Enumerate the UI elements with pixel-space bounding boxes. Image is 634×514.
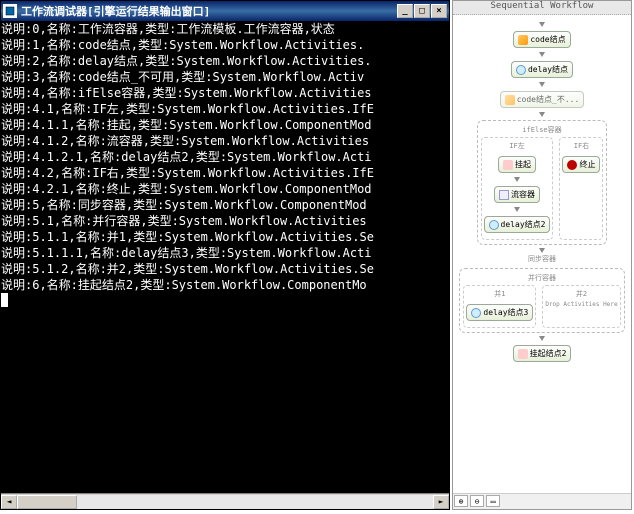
- console-line: 说明:4.1.2.1,名称:delay结点2,类型:System.Workflo…: [1, 149, 449, 165]
- console-line: 说明:5,名称:同步容器,类型:System.Workflow.Componen…: [1, 197, 449, 213]
- console-line: 说明:5.1.1.1,名称:delay结点3,类型:System.Workflo…: [1, 245, 449, 261]
- console-window: 工作流调试器[引擎运行结果输出窗口] _ □ × 说明:0,名称:工作流容器,类…: [0, 0, 450, 510]
- parallel-label: 并行容器: [528, 273, 556, 283]
- arrow-down-icon: [539, 22, 545, 27]
- sequence-activity[interactable]: 流容器: [494, 186, 540, 203]
- console-line: 说明:5.1.1,名称:并1,类型:System.Workflow.Activi…: [1, 229, 449, 245]
- console-line: 说明:5.1,名称:并行容器,类型:System.Workflow.Activi…: [1, 213, 449, 229]
- workflow-designer: Sequential Workflow code结点 delay结点 code结…: [452, 0, 632, 510]
- if-right-branch[interactable]: IF右 终止: [559, 137, 603, 240]
- arrow-down-icon: [539, 52, 545, 57]
- parallel-branch-2[interactable]: 并2 Drop Activities Here: [542, 285, 620, 328]
- console-line: 说明:3,名称:code结点_不可用,类型:System.Workflow.Ac…: [1, 69, 449, 85]
- maximize-button[interactable]: □: [414, 4, 430, 18]
- console-line: 说明:6,名称:挂起结点2,类型:System.Workflow.Compone…: [1, 277, 449, 293]
- suspend-icon: [518, 349, 528, 359]
- zoom-tool-button[interactable]: ⊕: [454, 495, 468, 507]
- arrow-down-icon: [539, 112, 545, 117]
- sync-label: 同步容器: [528, 254, 556, 264]
- designer-title: Sequential Workflow: [453, 1, 631, 15]
- terminate-activity[interactable]: 终止: [562, 156, 600, 173]
- arrow-down-icon: [514, 207, 520, 212]
- ifelse-label: ifElse容器: [522, 125, 561, 135]
- console-line: 说明:2,名称:delay结点,类型:System.Workflow.Activ…: [1, 53, 449, 69]
- terminate-icon: [567, 160, 577, 170]
- ifelse-container[interactable]: ifElse容器 IF左 挂起 流容器 delay结点2 IF右 终止: [477, 120, 608, 245]
- console-line: 说明:5.1.2,名称:并2,类型:System.Workflow.Activi…: [1, 261, 449, 277]
- console-line: 说明:4.2.1,名称:终止,类型:System.Workflow.Compon…: [1, 181, 449, 197]
- arrow-down-icon: [539, 248, 545, 253]
- titlebar[interactable]: 工作流调试器[引擎运行结果输出窗口] _ □ ×: [1, 1, 449, 21]
- code-icon: [518, 35, 528, 45]
- console-line: 说明:1,名称:code结点,类型:System.Workflow.Activi…: [1, 37, 449, 53]
- arrow-down-icon: [514, 177, 520, 182]
- delay-icon: [489, 220, 499, 230]
- if-left-branch[interactable]: IF左 挂起 流容器 delay结点2: [481, 137, 554, 240]
- code-activity[interactable]: code结点: [513, 31, 570, 48]
- arrow-down-icon: [539, 336, 545, 341]
- console-line: 说明:4.1.2,名称:流容器,类型:System.Workflow.Activ…: [1, 133, 449, 149]
- suspend-activity[interactable]: 挂起: [498, 156, 536, 173]
- app-icon: [3, 4, 17, 18]
- sequence-icon: [499, 190, 509, 200]
- scroll-right-button[interactable]: ►: [433, 495, 449, 509]
- parallel-container[interactable]: 并行容器 并1 delay结点3 并2 Drop Activities Here: [459, 268, 624, 333]
- console-line: 说明:4.1.1,名称:挂起,类型:System.Workflow.Compon…: [1, 117, 449, 133]
- zoom-tool-button[interactable]: ⊖: [470, 495, 484, 507]
- horizontal-scrollbar[interactable]: ◄ ►: [1, 493, 449, 509]
- cursor-icon: [1, 293, 8, 307]
- parallel-branch-1[interactable]: 并1 delay结点3: [463, 285, 536, 328]
- console-line: 说明:0,名称:工作流容器,类型:工作流模板.工作流容器,状态: [1, 21, 449, 37]
- delay-activity[interactable]: delay结点3: [466, 304, 533, 321]
- minimize-button[interactable]: _: [397, 4, 413, 18]
- scroll-left-button[interactable]: ◄: [1, 495, 17, 509]
- console-line: 说明:4.1,名称:IF左,类型:System.Workflow.Activit…: [1, 101, 449, 117]
- suspend-icon: [503, 160, 513, 170]
- arrow-down-icon: [539, 82, 545, 87]
- code-activity-disabled[interactable]: code结点_不...: [500, 91, 585, 108]
- scroll-thumb[interactable]: [17, 495, 77, 509]
- scroll-track[interactable]: [17, 495, 433, 509]
- console-line: 说明:4,名称:ifElse容器,类型:System.Workflow.Acti…: [1, 85, 449, 101]
- delay-activity[interactable]: delay结点: [511, 61, 573, 78]
- close-button[interactable]: ×: [431, 4, 447, 18]
- suspend-activity[interactable]: 挂起结点2: [513, 345, 572, 362]
- window-title: 工作流调试器[引擎运行结果输出窗口]: [21, 3, 397, 19]
- delay-icon: [516, 65, 526, 75]
- drop-target[interactable]: Drop Activities Here: [545, 301, 617, 308]
- console-output: 说明:0,名称:工作流容器,类型:工作流模板.工作流容器,状态 说明:1,名称:…: [1, 21, 449, 493]
- designer-toolbar: ⊕ ⊖ ▭: [453, 493, 631, 509]
- delay-icon: [471, 308, 481, 318]
- zoom-tool-button[interactable]: ▭: [486, 495, 500, 507]
- code-icon: [505, 95, 515, 105]
- designer-canvas[interactable]: code结点 delay结点 code结点_不... ifElse容器 IF左 …: [453, 15, 631, 493]
- delay-activity[interactable]: delay结点2: [484, 216, 551, 233]
- console-line: 说明:4.2,名称:IF右,类型:System.Workflow.Activit…: [1, 165, 449, 181]
